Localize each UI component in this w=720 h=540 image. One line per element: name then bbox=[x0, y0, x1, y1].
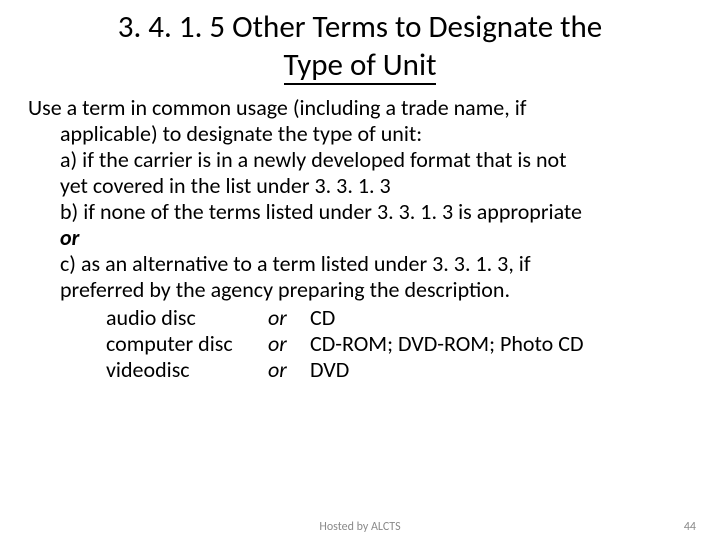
examples-block: audio disc or CD computer disc or CD-ROM… bbox=[28, 305, 692, 383]
clause-c-line1: c) as an alternative to a term listed un… bbox=[28, 251, 692, 277]
example-right: DVD bbox=[310, 357, 692, 383]
slide: 3. 4. 1. 5 Other Terms to Designate the … bbox=[0, 0, 720, 540]
example-or: or bbox=[268, 357, 310, 383]
example-left: computer disc bbox=[106, 331, 268, 357]
slide-number: 44 bbox=[684, 520, 696, 534]
example-or: or bbox=[268, 331, 310, 357]
example-row: computer disc or CD-ROM; DVD-ROM; Photo … bbox=[106, 331, 692, 357]
title-line2: Type of Unit bbox=[284, 48, 437, 86]
example-right: CD-ROM; DVD-ROM; Photo CD bbox=[310, 331, 692, 357]
body-text: Use a term in common usage (including a … bbox=[0, 87, 720, 382]
intro-line2: applicable) to designate the type of uni… bbox=[28, 121, 692, 147]
example-or: or bbox=[268, 305, 310, 331]
example-right: CD bbox=[310, 305, 692, 331]
intro-line1: Use a term in common usage (including a … bbox=[28, 95, 692, 121]
clause-c-line2: preferred by the agency preparing the de… bbox=[28, 277, 692, 303]
clause-a-line2: yet covered in the list under 3. 3. 1. 3 bbox=[28, 173, 692, 199]
clause-b: b) if none of the terms listed under 3. … bbox=[28, 199, 692, 225]
clause-a-line1: a) if the carrier is in a newly develope… bbox=[28, 147, 692, 173]
example-left: audio disc bbox=[106, 305, 268, 331]
footer-host: Hosted by ALCTS bbox=[0, 520, 720, 534]
example-left: videodisc bbox=[106, 357, 268, 383]
title-line2-wrap: Type of Unit bbox=[0, 48, 720, 88]
or-separator: or bbox=[28, 225, 692, 251]
title-block: 3. 4. 1. 5 Other Terms to Designate the … bbox=[0, 0, 720, 87]
title-line1: 3. 4. 1. 5 Other Terms to Designate the bbox=[0, 0, 720, 48]
example-row: audio disc or CD bbox=[106, 305, 692, 331]
example-row: videodisc or DVD bbox=[106, 357, 692, 383]
